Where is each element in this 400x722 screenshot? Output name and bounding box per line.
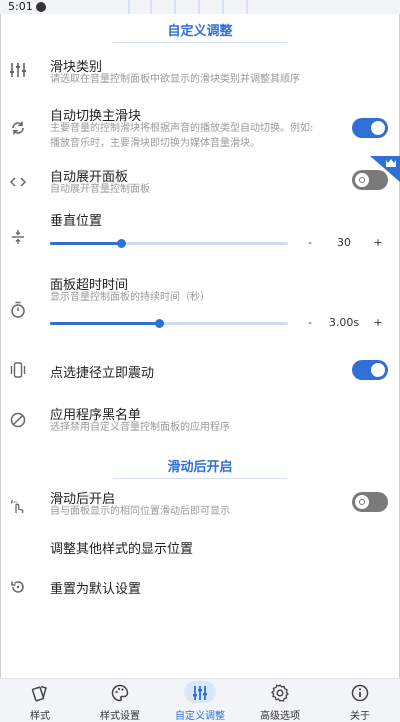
nav-label: 高级选项 — [260, 711, 300, 722]
status-time: 5:01 — [8, 0, 33, 13]
section-divider — [113, 42, 287, 43]
decrease-button[interactable]: - — [304, 236, 316, 249]
slider-thumb[interactable] — [155, 319, 165, 328]
vertical-position-value: 30 — [337, 236, 351, 249]
settings-list[interactable]: 自定义调整 滑块类别 请选取在音量控制面板中欲显示的滑块类别并调整其顺序 自动切… — [0, 14, 400, 678]
vibrate-icon — [8, 360, 28, 380]
nav-tab-about[interactable]: 关于 — [320, 679, 400, 722]
nav-tab-custom-adjust[interactable]: 自定义调整 — [160, 679, 240, 722]
style-icon — [30, 682, 50, 704]
nav-tab-style-settings[interactable]: 样式设置 — [80, 679, 160, 722]
nav-label: 样式 — [30, 711, 50, 722]
auto-switch-toggle[interactable] — [352, 118, 388, 138]
increase-button[interactable]: + — [372, 316, 384, 329]
row-title: 调整其他样式的显示位置 — [50, 542, 194, 557]
status-ticks — [128, 0, 268, 14]
status-bar: 5:01 — [0, 0, 400, 14]
row-title: 点选捷径立即震动 — [50, 366, 155, 381]
section-divider — [113, 478, 287, 479]
row-title: 垂直位置 — [50, 214, 103, 229]
vertical-position-slider[interactable] — [50, 239, 288, 248]
section-header-custom: 自定义调整 — [167, 24, 233, 39]
bottom-navigation: 样式 样式设置 自定义调整 高级选项 关于 — [0, 678, 400, 722]
slider-fill — [50, 242, 122, 245]
row-subtitle: 选择禁用自定义音量控制面板的应用程序 — [50, 422, 230, 433]
row-subtitle: 显示音量控制面板的持续时间（秒） — [50, 292, 210, 303]
row-subtitle: 自与面板显示的相同位置滑动后即可显示 — [50, 506, 230, 517]
restore-icon — [8, 577, 28, 597]
timeout-value: 3.00s — [328, 316, 360, 329]
swipe-open-toggle[interactable] — [352, 492, 388, 512]
timer-icon — [8, 300, 28, 320]
gear-icon — [270, 682, 290, 704]
info-icon — [350, 682, 370, 704]
decrease-button[interactable]: - — [304, 316, 316, 329]
swipe-gesture-icon — [8, 496, 28, 516]
row-title: 重置为默认设置 — [50, 582, 142, 597]
palette-icon — [110, 682, 130, 704]
equalizer-icon — [8, 60, 28, 80]
nav-tab-style[interactable]: 样式 — [0, 679, 80, 722]
sync-icon — [8, 118, 28, 138]
code-icon — [8, 172, 28, 192]
slider-fill — [50, 322, 160, 325]
row-subtitle: 自动展开音量控制面板 — [50, 184, 150, 195]
notification-icon — [36, 2, 46, 12]
tune-icon — [190, 682, 210, 704]
premium-crown-icon — [370, 156, 400, 182]
vertical-align-icon — [8, 227, 28, 247]
nav-label: 自定义调整 — [175, 711, 225, 722]
section-header-swipe: 滑动后开启 — [167, 460, 233, 475]
increase-button[interactable]: + — [372, 236, 384, 249]
slider-thumb[interactable] — [117, 239, 127, 248]
row-subtitle-line2: 播放音乐时，主要滑块即切换为媒体音量滑块。 — [50, 138, 260, 149]
nav-tab-advanced[interactable]: 高级选项 — [240, 679, 320, 722]
nav-label: 样式设置 — [100, 711, 140, 722]
vibrate-toggle[interactable] — [352, 360, 388, 380]
block-icon — [8, 410, 28, 430]
timeout-slider[interactable] — [50, 319, 288, 328]
nav-label: 关于 — [350, 711, 370, 722]
row-subtitle: 请选取在音量控制面板中欲显示的滑块类别并调整其顺序 — [50, 74, 300, 85]
row-subtitle-line1: 主要音量的控制滑块将根据声音的播放类型自动切换。例如: — [50, 123, 314, 134]
